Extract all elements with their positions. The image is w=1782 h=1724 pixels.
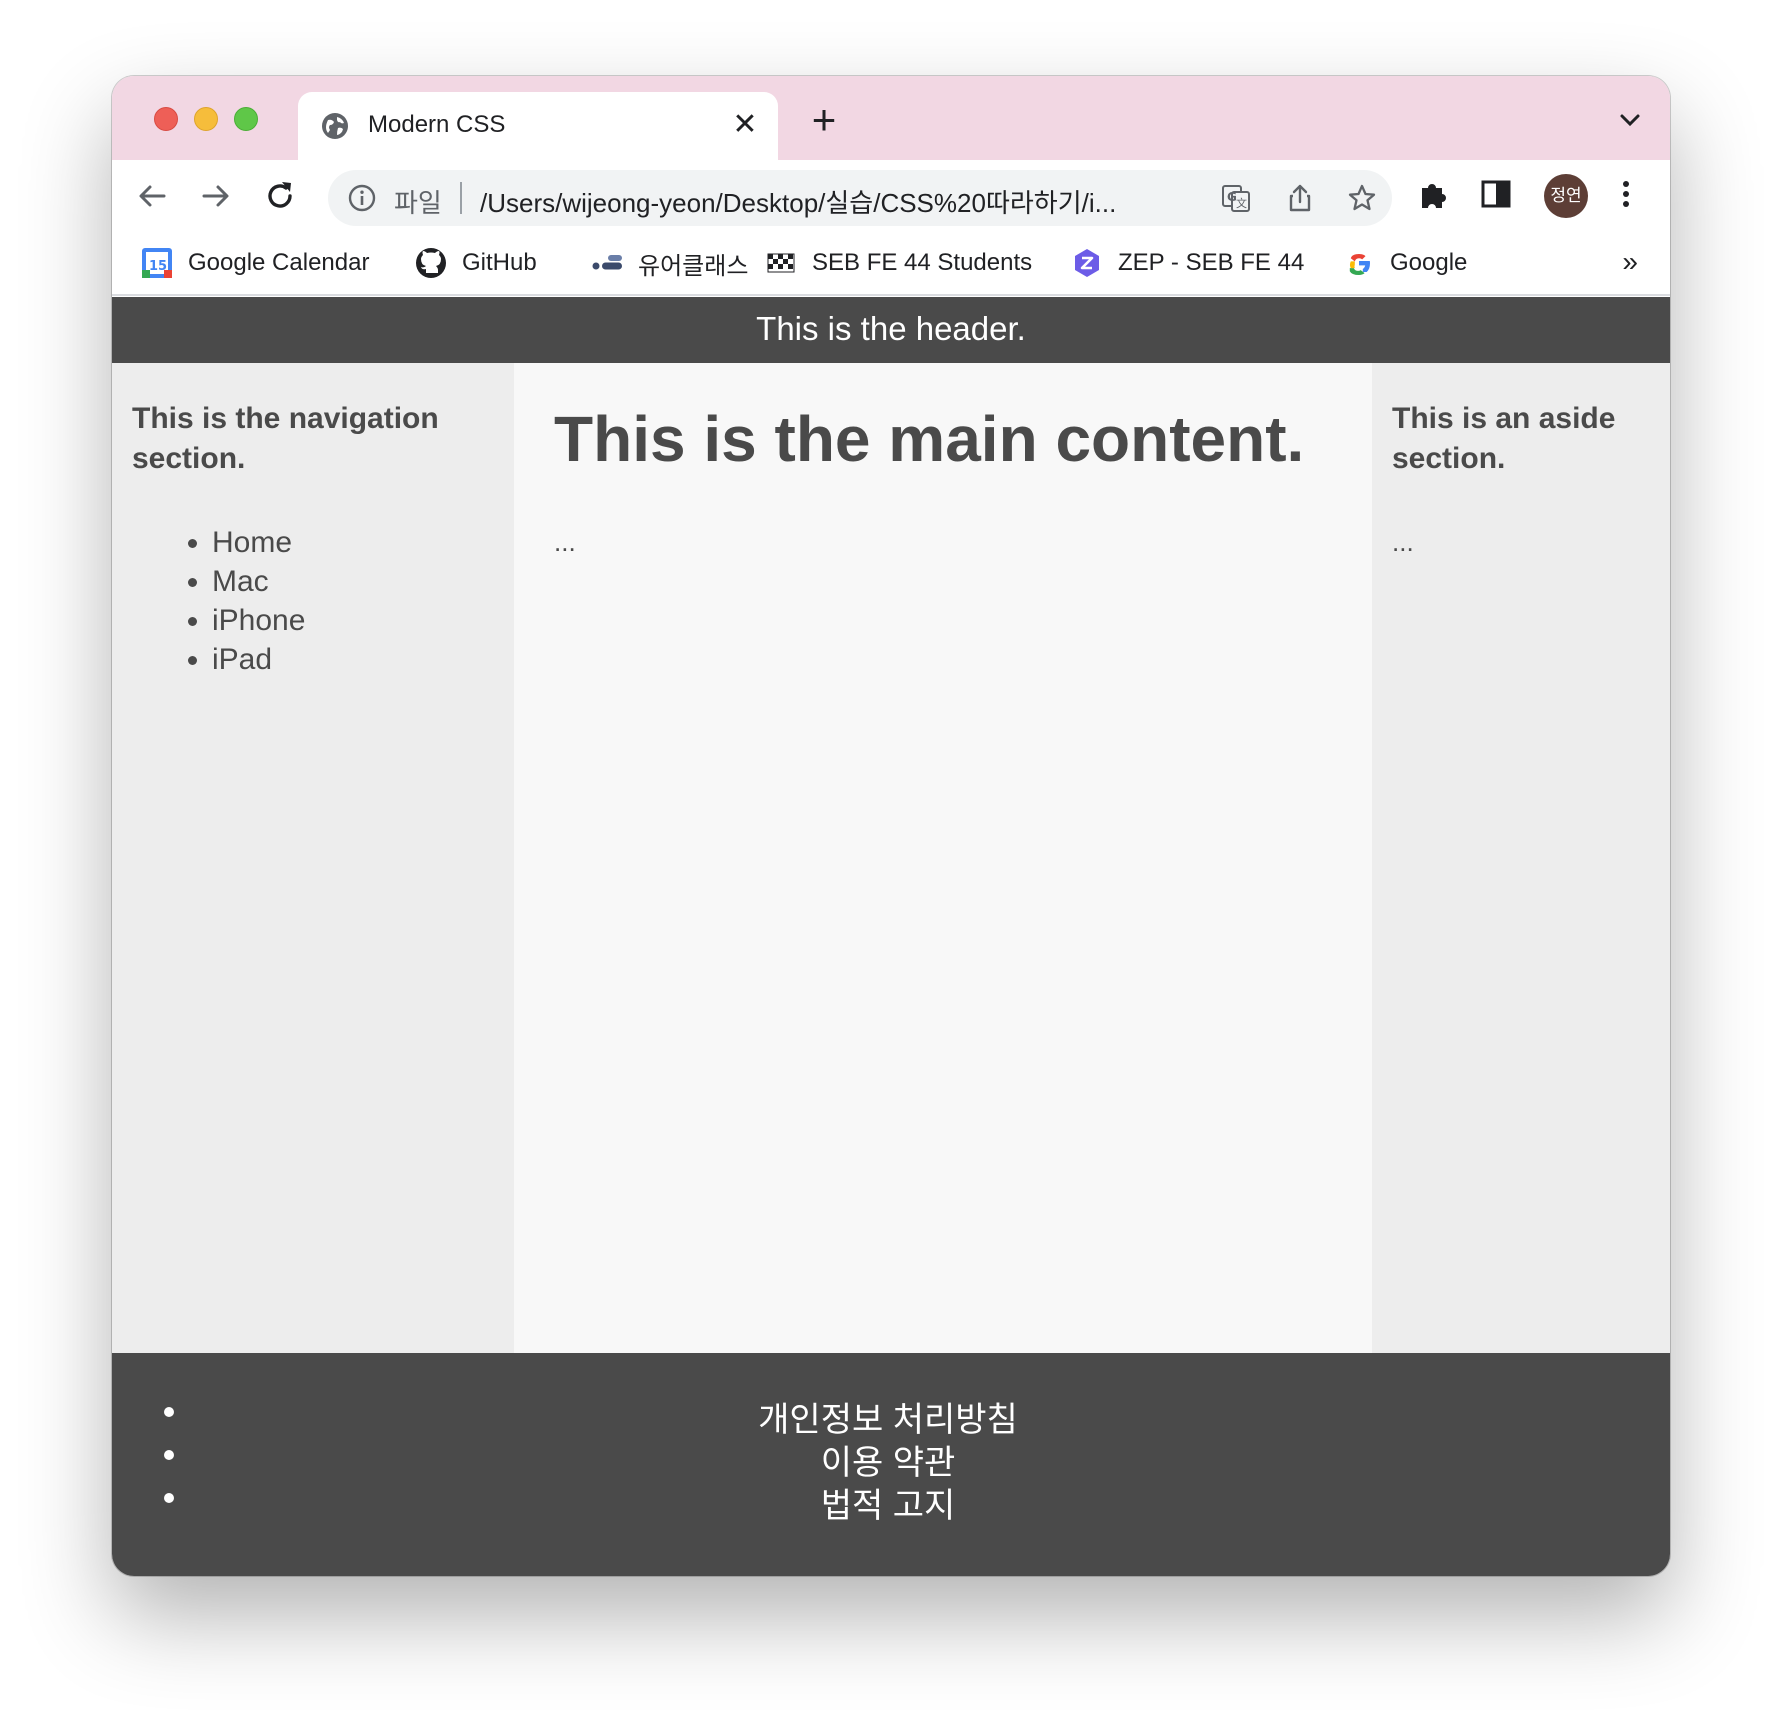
bookmarks-overflow-button[interactable]: » — [1622, 246, 1638, 278]
forward-arrow-icon[interactable] — [194, 174, 238, 218]
nav-item-ipad[interactable]: iPad — [212, 640, 494, 679]
info-icon[interactable] — [348, 184, 376, 212]
url-text[interactable]: /Users/wijeong-yeon/Desktop/실습/CSS%20따라하… — [480, 183, 1200, 220]
bookmark-label: 유어클래스 — [638, 252, 749, 280]
bookmark-seb-fe-44-students[interactable]: SEB FE 44 Students — [764, 244, 1032, 282]
browser-toolbar: 파일 /Users/wijeong-yeon/Desktop/실습/CSS%20… — [112, 160, 1670, 232]
bookmark-urclass[interactable]: 유어클래스 — [590, 244, 748, 282]
svg-text:15: 15 — [149, 259, 167, 274]
page-viewport: This is the header. This is the navigati… — [112, 297, 1670, 1576]
back-arrow-icon[interactable] — [130, 174, 174, 218]
svg-text:文: 文 — [1236, 196, 1247, 210]
checkered-flag-icon — [767, 253, 795, 273]
close-window-button[interactable] — [154, 107, 178, 131]
bookmark-label: GitHub — [462, 249, 537, 276]
scheme-label: 파일 — [394, 188, 442, 218]
bookmark-label: ZEP - SEB FE 44 — [1118, 249, 1305, 276]
bookmark-star-icon[interactable] — [1346, 182, 1378, 214]
tab-title: Modern CSS — [368, 111, 506, 138]
google-calendar-icon: 15 — [142, 248, 172, 278]
main-body: ... — [554, 527, 576, 557]
google-icon — [1349, 254, 1370, 275]
globe-icon — [322, 113, 348, 139]
extensions-puzzle-icon[interactable] — [1416, 176, 1452, 212]
aside-heading: This is an aside section. — [1392, 402, 1616, 475]
footer-link-legal[interactable]: 법적 고지 — [168, 1485, 1608, 1528]
aside-body: ... — [1392, 527, 1414, 557]
bookmark-label: Google Calendar — [188, 249, 370, 276]
footer-links: 개인정보 처리방침 이용 약관 법적 고지 — [168, 1399, 1608, 1528]
footer-link-terms[interactable]: 이용 약관 — [168, 1442, 1608, 1485]
nav-heading: This is the navigation section. — [132, 402, 439, 475]
site-footer: 개인정보 처리방침 이용 약관 법적 고지 — [112, 1353, 1670, 1576]
footer-link-privacy[interactable]: 개인정보 처리방침 — [168, 1399, 1608, 1442]
zep-icon — [1075, 249, 1099, 277]
tab-modern-css[interactable]: Modern CSS ✕ — [298, 92, 778, 162]
chevron-down-icon[interactable] — [1616, 106, 1644, 134]
github-icon — [416, 248, 446, 278]
urclass-icon — [592, 255, 622, 270]
site-header: This is the header. — [112, 297, 1670, 363]
side-panel-icon[interactable] — [1478, 176, 1514, 212]
nav-item-home[interactable]: Home — [212, 523, 494, 562]
bookmarks-bar: 15 Google Calendar GitHub 유어클래스 SEB FE 4… — [112, 232, 1670, 296]
reload-icon[interactable] — [258, 174, 302, 218]
profile-avatar[interactable]: 정연 — [1544, 174, 1588, 218]
omnibox-divider — [460, 182, 462, 214]
tab-close-icon[interactable]: ✕ — [728, 108, 762, 142]
bookmark-google[interactable]: Google — [1342, 244, 1467, 282]
bookmark-label: SEB FE 44 Students — [812, 249, 1033, 276]
maximize-window-button[interactable] — [234, 107, 258, 131]
share-icon[interactable] — [1284, 182, 1316, 214]
nav-list: Home Mac iPhone iPad — [132, 523, 494, 679]
tab-strip: Modern CSS ✕ + — [112, 76, 1670, 162]
more-vertical-icon[interactable] — [1608, 176, 1644, 212]
minimize-window-button[interactable] — [194, 107, 218, 131]
bookmark-google-calendar[interactable]: 15 Google Calendar — [140, 244, 369, 282]
browser-window: Modern CSS ✕ + 파일 /Users/wijeong-yeon/De… — [112, 76, 1670, 1576]
address-bar[interactable]: 파일 /Users/wijeong-yeon/Desktop/실습/CSS%20… — [328, 170, 1392, 226]
nav-item-mac[interactable]: Mac — [212, 562, 494, 601]
new-tab-button[interactable]: + — [802, 98, 846, 142]
bookmark-zep-seb-fe-44[interactable]: ZEP - SEB FE 44 — [1070, 244, 1304, 282]
nav-section: This is the navigation section. Home Mac… — [112, 363, 514, 1353]
bookmark-label: Google — [1390, 249, 1468, 276]
bookmark-github[interactable]: GitHub — [414, 244, 537, 282]
nav-item-iphone[interactable]: iPhone — [212, 601, 494, 640]
main-heading: This is the main content. — [554, 403, 1305, 475]
aside-section: This is an aside section. ... — [1372, 363, 1670, 1353]
translate-icon[interactable]: G 文 — [1220, 182, 1252, 214]
main-section: This is the main content. ... — [514, 363, 1372, 1353]
